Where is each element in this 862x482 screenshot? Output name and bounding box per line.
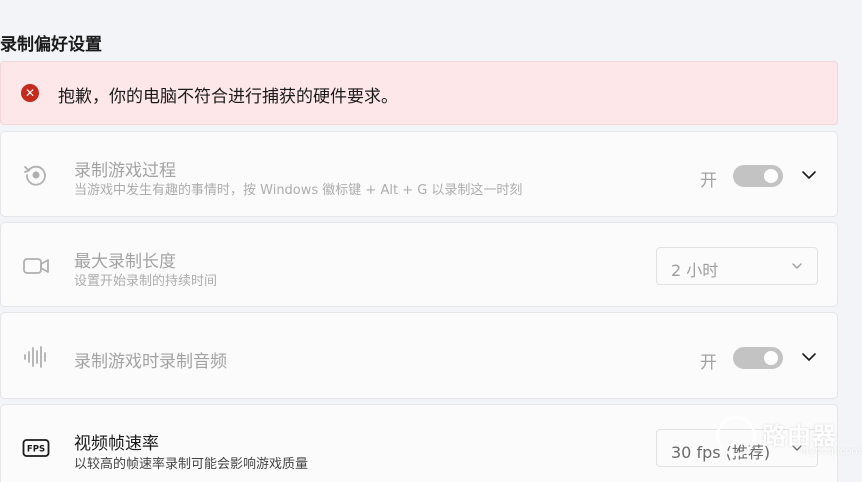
dropdown-value: 2 小时 [671,261,719,280]
setting-record-audio[interactable]: 录制游戏时录制音频 开 [0,312,838,399]
record-game-toggle[interactable] [733,165,783,187]
watermark-subtext: luyouqi.com [800,446,862,457]
error-banner: ✕ 抱歉，你的电脑不符合进行捕获的硬件要求。 [0,61,838,125]
watermark-logo: 路由器 luyouqi.com [716,414,862,482]
setting-record-game[interactable]: 录制游戏过程 当游戏中发生有趣的事情时，按 Windows 徽标键 + Alt … [0,131,838,217]
toggle-knob [764,169,778,183]
setting-description: 当游戏中发生有趣的事情时，按 Windows 徽标键 + Alt + G 以录制… [74,183,523,198]
record-audio-toggle[interactable] [733,347,783,369]
setting-title: 视频帧速率 [74,434,159,454]
max-length-dropdown[interactable]: 2 小时 [656,247,818,285]
setting-description: 设置开始录制的持续时间 [74,274,218,289]
setting-title: 最大录制长度 [74,252,176,272]
chevron-down-icon[interactable] [801,167,817,183]
section-title: 录制偏好设置 [0,35,102,55]
toggle-state-label: 开 [700,171,717,191]
audio-waveform-icon [24,346,46,368]
video-camera-icon [23,258,49,274]
chevron-down-icon [792,263,802,269]
settings-page: 录制偏好设置 ✕ 抱歉，你的电脑不符合进行捕获的硬件要求。 录制游戏过程 当游戏… [0,0,862,482]
setting-frame-rate: FPS 视频帧速率 以较高的帧速率录制可能会影响游戏质量 30 fps (推荐) [0,404,838,482]
setting-title: 录制游戏过程 [74,161,176,181]
chevron-down-icon[interactable] [801,349,817,365]
setting-description: 以较高的帧速率录制可能会影响游戏质量 [74,457,309,472]
toggle-knob [764,351,778,365]
record-replay-icon [24,165,46,186]
error-x-icon: ✕ [21,84,39,102]
watermark-circle-icon [716,416,756,456]
setting-title: 录制游戏时录制音频 [74,352,227,372]
fps-icon: FPS [22,439,50,457]
error-message: 抱歉，你的电脑不符合进行捕获的硬件要求。 [58,87,398,107]
fps-icon-text: FPS [27,445,45,455]
toggle-state-label: 开 [700,353,717,373]
setting-max-length: 最大录制长度 设置开始录制的持续时间 2 小时 [0,222,838,307]
